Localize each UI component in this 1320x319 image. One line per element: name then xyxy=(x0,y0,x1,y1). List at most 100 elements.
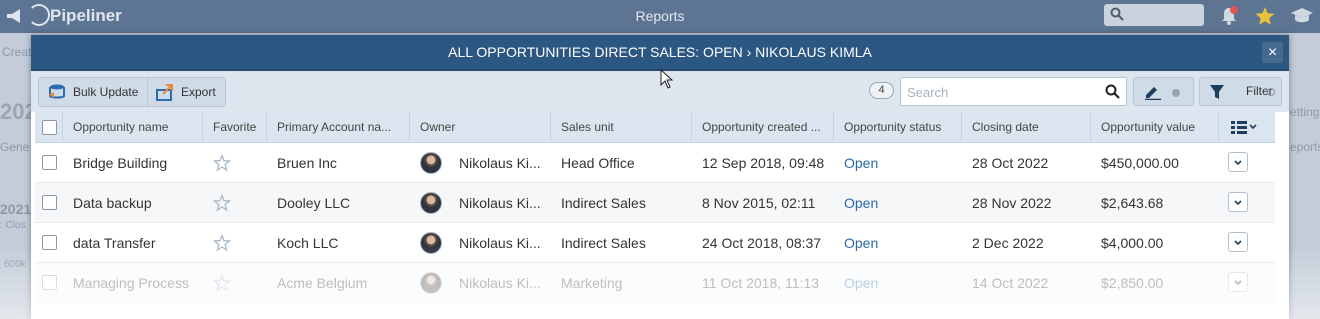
column-label: Closing date xyxy=(972,120,1039,134)
opportunity-name-cell[interactable]: Managing Process xyxy=(63,263,189,303)
account-cell[interactable]: Dooley LLC xyxy=(267,183,350,223)
owner-avatar xyxy=(420,192,442,214)
opportunity-name-cell[interactable]: Bridge Building xyxy=(63,143,167,183)
owner-cell[interactable]: Nikolaus Ki... xyxy=(449,183,541,223)
search-icon[interactable] xyxy=(1105,84,1120,99)
closing-date-cell: 14 Oct 2022 xyxy=(972,275,1049,291)
column-label: Opportunity name xyxy=(73,120,169,134)
created-date-cell: 8 Nov 2015, 02:11 xyxy=(702,195,816,211)
favorite-star-icon[interactable] xyxy=(213,154,231,172)
bg-create-label: Creat xyxy=(2,45,32,59)
close-button[interactable]: × xyxy=(1262,42,1283,63)
export-label: Export xyxy=(181,85,216,99)
column-header-status[interactable]: Opportunity status xyxy=(834,112,962,143)
closing-date-cell: 2 Dec 2022 xyxy=(972,235,1044,251)
favorite-star-icon[interactable] xyxy=(213,194,231,212)
select-all-checkbox[interactable] xyxy=(42,120,57,135)
favorite-star-icon[interactable] xyxy=(213,234,231,252)
row-checkbox[interactable] xyxy=(42,235,57,250)
app-search-field[interactable] xyxy=(1104,4,1204,26)
modal-header: ALL OPPORTUNITIES DIRECT SALES: OPEN › N… xyxy=(31,35,1289,71)
search-box[interactable] xyxy=(900,77,1127,106)
owner-avatar xyxy=(420,152,442,174)
favorite-star-icon[interactable] xyxy=(213,274,231,292)
status-cell[interactable]: Open xyxy=(834,223,878,263)
row-menu-button[interactable] xyxy=(1228,192,1248,212)
select-all-header xyxy=(35,112,63,143)
row-menu-button[interactable] xyxy=(1228,272,1248,292)
export-button[interactable]: Export xyxy=(148,78,226,106)
column-label: Owner xyxy=(420,120,456,134)
sales-unit-cell: Indirect Sales xyxy=(561,195,646,211)
owner-avatar xyxy=(420,272,442,294)
status-cell[interactable]: Open xyxy=(834,143,878,183)
column-header-primary-account[interactable]: Primary Account na... xyxy=(267,112,410,143)
modal-title: ALL OPPORTUNITIES DIRECT SALES: OPEN › N… xyxy=(448,44,872,60)
value-cell: $2,850.00 xyxy=(1101,275,1164,291)
bulk-update-icon xyxy=(49,84,65,99)
filter-funnel-icon xyxy=(1210,85,1224,99)
edit-status-dot xyxy=(1172,89,1180,97)
edit-mode-toggle[interactable] xyxy=(1133,77,1194,106)
graduation-cap-icon[interactable] xyxy=(1290,5,1314,27)
bg-settings-label: etting xyxy=(1290,105,1320,119)
owner-avatar xyxy=(420,232,442,254)
column-label: Primary Account na... xyxy=(277,120,392,134)
column-header-favorite[interactable]: Favorite xyxy=(203,112,267,143)
table-row[interactable]: data Transfer Koch LLC Nikolaus Ki... In… xyxy=(35,223,1275,263)
row-menu-button[interactable] xyxy=(1228,152,1248,172)
row-menu-button[interactable] xyxy=(1228,232,1248,252)
search-input[interactable] xyxy=(907,83,1097,101)
pencil-icon xyxy=(1145,87,1161,100)
bulk-update-label: Bulk Update xyxy=(73,85,139,99)
column-label: Opportunity value xyxy=(1101,120,1196,134)
action-button-group: Bulk Update Export xyxy=(38,77,226,107)
owner-cell[interactable]: Nikolaus Ki... xyxy=(449,223,541,263)
bg-general-label: Gene xyxy=(0,140,30,154)
column-header-owner[interactable]: Owner xyxy=(410,112,551,143)
bulk-update-button[interactable]: Bulk Update xyxy=(39,78,148,106)
table-row[interactable]: Managing Process Acme Belgium Nikolaus K… xyxy=(35,263,1275,303)
bg-close-label: : Clos xyxy=(0,220,26,231)
opportunity-name-cell[interactable]: data Transfer xyxy=(63,223,156,263)
column-header-created[interactable]: Opportunity created ... xyxy=(692,112,834,143)
column-header-opportunity-name[interactable]: Opportunity name ▲ xyxy=(63,112,203,143)
filter-status-dot xyxy=(1267,88,1275,96)
chevron-down-icon xyxy=(1234,280,1242,286)
status-cell[interactable]: Open xyxy=(834,263,878,303)
notification-bell-icon[interactable] xyxy=(1218,5,1240,27)
created-date-cell: 11 Oct 2018, 11:13 xyxy=(702,275,820,291)
bg-year-2021: 2021 xyxy=(0,201,32,217)
account-cell[interactable]: Koch LLC xyxy=(267,223,338,263)
column-header-sales-unit[interactable]: Sales unit xyxy=(551,112,692,143)
column-chooser-icon[interactable] xyxy=(1231,120,1257,136)
account-cell[interactable]: Bruen Inc xyxy=(267,143,337,183)
account-cell[interactable]: Acme Belgium xyxy=(267,263,367,303)
star-favorites-icon[interactable] xyxy=(1254,5,1276,27)
status-cell[interactable]: Open xyxy=(834,183,878,223)
row-checkbox[interactable] xyxy=(42,275,57,290)
opportunity-name-cell[interactable]: Data backup xyxy=(63,183,152,223)
chevron-down-icon xyxy=(1234,160,1242,166)
column-label: Sales unit xyxy=(561,120,614,134)
owner-cell[interactable]: Nikolaus Ki... xyxy=(449,263,541,303)
bg-reports-label: eports xyxy=(1290,140,1320,154)
filter-button[interactable]: Filter xyxy=(1199,77,1282,106)
column-header-value[interactable]: Opportunity value xyxy=(1091,112,1219,143)
table-header: Opportunity name ▲ Favorite Primary Acco… xyxy=(35,112,1275,143)
sales-unit-cell: Head Office xyxy=(561,155,635,171)
column-label: Favorite xyxy=(213,120,257,134)
owner-cell[interactable]: Nikolaus Ki... xyxy=(449,143,541,183)
value-cell: $4,000.00 xyxy=(1101,235,1164,251)
row-checkbox[interactable] xyxy=(42,195,57,210)
row-checkbox[interactable] xyxy=(42,155,57,170)
chevron-down-icon xyxy=(1234,200,1242,206)
table-row[interactable]: Data backup Dooley LLC Nikolaus Ki... In… xyxy=(35,183,1275,223)
sales-unit-cell: Marketing xyxy=(561,275,623,291)
column-label: Opportunity status xyxy=(844,120,942,134)
created-date-cell: 12 Sep 2018, 09:48 xyxy=(702,155,825,171)
column-header-closing-date[interactable]: Closing date xyxy=(962,112,1091,143)
closing-date-cell: 28 Oct 2022 xyxy=(972,155,1049,171)
table-row[interactable]: Bridge Building Bruen Inc Nikolaus Ki...… xyxy=(35,143,1275,183)
mouse-cursor-icon xyxy=(660,69,674,89)
